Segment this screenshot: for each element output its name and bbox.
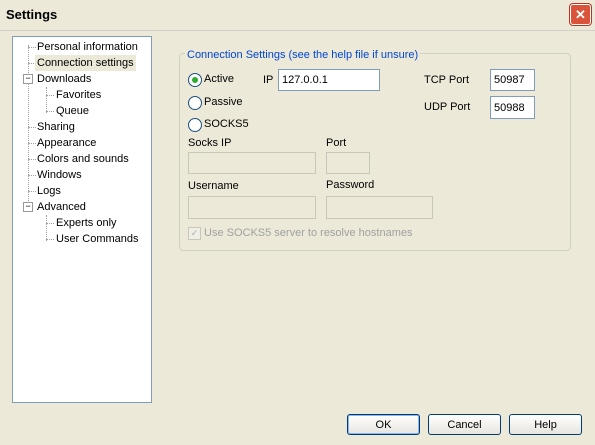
active-radio[interactable] bbox=[188, 73, 202, 87]
tree-item-connection-settings[interactable]: Connection settings bbox=[35, 55, 136, 71]
passive-radio-label[interactable]: Passive bbox=[204, 96, 243, 109]
tree-connector bbox=[28, 191, 36, 192]
tree-connector bbox=[46, 95, 54, 96]
tree-item-downloads[interactable]: Downloads bbox=[37, 71, 91, 87]
tree-item-advanced[interactable]: Advanced bbox=[37, 199, 86, 215]
ip-field[interactable] bbox=[278, 69, 380, 91]
port-label: Port bbox=[326, 137, 347, 149]
help-button[interactable]: Help bbox=[509, 414, 582, 435]
window-title: Settings bbox=[6, 7, 58, 22]
udp-port-label: UDP Port bbox=[424, 101, 471, 113]
advanced-expander-icon[interactable]: − bbox=[23, 202, 33, 212]
checkmark-icon: ✓ bbox=[190, 228, 199, 238]
close-icon: ✕ bbox=[575, 7, 586, 22]
tree-item-queue[interactable]: Queue bbox=[56, 103, 89, 119]
socks-ip-field[interactable] bbox=[188, 152, 316, 174]
tree-item-logs[interactable]: Logs bbox=[37, 183, 61, 199]
tree-item-personal-information[interactable]: Personal information bbox=[37, 39, 138, 55]
cancel-button[interactable]: Cancel bbox=[428, 414, 501, 435]
settings-tree[interactable]: − − Personal information Connection sett… bbox=[12, 36, 152, 403]
ip-label: IP bbox=[263, 74, 274, 86]
downloads-expander-icon[interactable]: − bbox=[23, 74, 33, 84]
tcp-port-field[interactable] bbox=[490, 69, 535, 91]
tree-item-appearance[interactable]: Appearance bbox=[37, 135, 96, 151]
socks-port-field[interactable] bbox=[326, 152, 370, 174]
udp-port-field[interactable] bbox=[490, 96, 535, 119]
tree-item-sharing[interactable]: Sharing bbox=[37, 119, 75, 135]
ok-button[interactable]: OK bbox=[347, 414, 420, 435]
tree-item-colors-and-sounds[interactable]: Colors and sounds bbox=[37, 151, 129, 167]
tree-item-experts-only[interactable]: Experts only bbox=[56, 215, 117, 231]
tree-connector bbox=[28, 127, 36, 128]
title-bar: Settings ✕ bbox=[0, 0, 595, 31]
tree-item-favorites[interactable]: Favorites bbox=[56, 87, 101, 103]
tree-item-user-commands[interactable]: User Commands bbox=[56, 231, 139, 247]
passive-radio[interactable] bbox=[188, 96, 202, 110]
tree-item-windows[interactable]: Windows bbox=[37, 167, 82, 183]
tcp-port-label: TCP Port bbox=[424, 74, 470, 86]
close-button[interactable]: ✕ bbox=[570, 4, 591, 25]
tree-connector bbox=[46, 223, 54, 224]
tree-connector bbox=[28, 143, 36, 144]
tree-connector bbox=[28, 159, 36, 160]
socks5-radio-label[interactable]: SOCKS5 bbox=[204, 118, 249, 131]
socks-ip-label: Socks IP bbox=[188, 137, 232, 149]
username-field[interactable] bbox=[188, 196, 316, 219]
resolve-hostnames-checkbox[interactable]: ✓ bbox=[188, 227, 201, 240]
tree-connector bbox=[46, 215, 47, 241]
password-label: Password bbox=[326, 179, 375, 191]
connection-settings-group-label: Connection Settings (see the help file i… bbox=[185, 49, 421, 61]
tree-connector bbox=[28, 45, 29, 203]
tree-connector bbox=[46, 239, 54, 240]
tree-connector bbox=[28, 175, 36, 176]
tree-connector bbox=[46, 111, 54, 112]
tree-connector bbox=[46, 87, 47, 113]
tree-connector bbox=[28, 47, 36, 48]
active-radio-label[interactable]: Active bbox=[204, 73, 234, 86]
resolve-hostnames-label[interactable]: Use SOCKS5 server to resolve hostnames bbox=[204, 227, 412, 240]
username-label: Username bbox=[188, 180, 239, 192]
password-field[interactable] bbox=[326, 196, 433, 219]
socks5-radio[interactable] bbox=[188, 118, 202, 132]
